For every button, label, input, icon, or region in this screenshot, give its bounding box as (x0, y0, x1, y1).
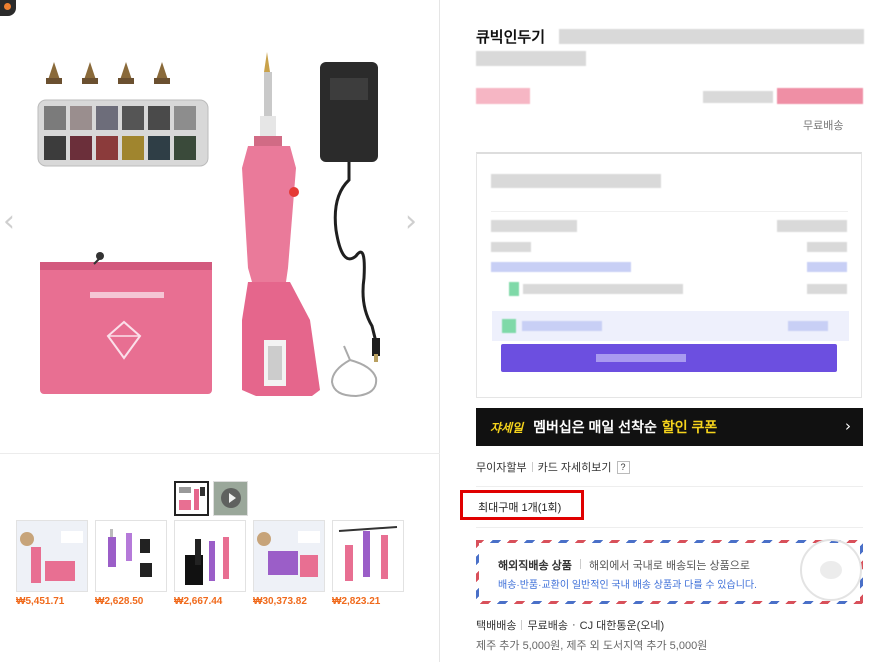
nozzle-tips (46, 62, 170, 84)
related-product-price: ₩2,667.44 (174, 596, 223, 607)
membership-banner[interactable]: 쟈세일 멤버십은 매일 선착순 할인 쿠폰 › (476, 408, 863, 446)
gallery-thumbnails (174, 481, 248, 516)
blurred-text (523, 284, 683, 294)
product-gallery: ‹ › ₩5,451.71 ₩2,628.50 ₩2,667.44 ₩30,37… (0, 0, 440, 662)
blurred-text (491, 262, 631, 272)
delivery-label: 택배배송 (476, 620, 517, 632)
product-title: 큐빅인두기 (476, 29, 546, 46)
airmail-stamp-icon (800, 539, 862, 601)
related-product-price: ₩5,451.71 (16, 596, 65, 607)
installment-link[interactable]: 무이자할부 (476, 459, 527, 475)
divider (579, 559, 581, 569)
chevron-right-icon: › (845, 417, 851, 435)
related-product-item[interactable]: ₩2,667.44 (174, 520, 246, 607)
separator-dot: · (571, 619, 576, 631)
app-logo-icon (0, 0, 16, 16)
max-purchase-notice: 최대구매 1개(1회) (460, 490, 584, 520)
payment-links: 무이자할부 카드 자세히보기 ? (476, 459, 630, 475)
divider (521, 620, 523, 630)
delivery-carrier: CJ 대한통운(오네) (579, 620, 665, 632)
divider (531, 462, 533, 472)
related-product-image[interactable] (332, 520, 404, 592)
overseas-subtext: 배송·반품·교환이 일반적인 국내 배송 상품과 다를 수 있습니다. (498, 580, 757, 591)
hotfix-tool (264, 52, 270, 72)
delivery-info: 택배배송 무료배송 · CJ 대한통운(오네) (476, 617, 664, 633)
blurred-text (491, 174, 661, 188)
blurred-icon (509, 282, 519, 296)
thumbnail-video[interactable] (213, 481, 248, 516)
related-product-item[interactable]: ₩2,823.21 (332, 520, 404, 607)
related-product-price: ₩30,373.82 (253, 596, 307, 607)
blurred-sale-price (777, 88, 863, 104)
blurred-original-price (703, 91, 773, 103)
blurred-text (807, 284, 847, 294)
wire-stand (330, 345, 378, 398)
related-product-item[interactable]: ₩2,628.50 (95, 520, 167, 607)
overseas-shipping-notice: 해외직배송 상품 해외에서 국내로 배송되는 상품으로 배송·반품·교환이 일반… (476, 539, 863, 604)
banner-highlight: 할인 쿠폰 (661, 419, 718, 435)
divider (476, 527, 863, 528)
blurred-text (491, 220, 577, 232)
blurred-text (522, 321, 602, 331)
overseas-desc: 해외에서 국내로 배송되는 상품으로 (589, 560, 750, 572)
related-product-item[interactable]: ₩30,373.82 (253, 520, 325, 607)
related-products: ₩5,451.71 ₩2,628.50 ₩2,667.44 ₩30,373.82… (16, 520, 404, 607)
blurred-text (491, 242, 531, 252)
divider (0, 453, 440, 454)
coupon-strip (492, 311, 849, 341)
blurred-icon (502, 319, 516, 333)
pink-pouch (40, 262, 212, 394)
related-product-item[interactable]: ₩5,451.71 (16, 520, 88, 607)
blurred-text (807, 242, 847, 252)
blurred-title-text (476, 51, 586, 66)
card-detail-link[interactable]: 카드 자세히보기 (538, 459, 612, 475)
blurred-text (788, 321, 828, 331)
gallery-prev-arrow[interactable]: ‹ (0, 205, 18, 239)
blurred-title-text (559, 29, 864, 44)
overseas-title-line: 해외직배송 상품 해외에서 국내로 배송되는 상품으로 (498, 557, 750, 573)
gallery-next-arrow[interactable]: › (402, 205, 420, 239)
help-icon[interactable]: ? (616, 460, 630, 474)
play-icon (221, 488, 241, 508)
related-product-price: ₩2,628.50 (95, 596, 144, 607)
product-info: 큐빅인두기 무료배송 쟈세일 멤버십은 매일 선착순 할인 쿠폰 › 무이자할부… (441, 0, 888, 662)
coupon-download-button[interactable] (501, 344, 837, 372)
main-product-image[interactable] (20, 20, 420, 440)
related-product-image[interactable] (253, 520, 325, 592)
blurred-discount-rate (476, 88, 530, 104)
benefit-box (476, 152, 862, 398)
overseas-title: 해외직배송 상품 (498, 560, 572, 572)
related-product-image[interactable] (95, 520, 167, 592)
blurred-text (807, 262, 847, 272)
banner-logo: 쟈세일 (490, 420, 524, 435)
free-shipping-label: 무료배송 (803, 119, 844, 132)
related-product-price: ₩2,823.21 (332, 596, 381, 607)
related-product-image[interactable] (16, 520, 88, 592)
blurred-text (777, 220, 847, 232)
delivery-free: 무료배송 (527, 620, 568, 632)
banner-text: 멤버십은 매일 선착순 (533, 419, 657, 435)
divider (491, 211, 848, 212)
divider (476, 486, 863, 487)
extra-shipping-fee: 제주 추가 5,000원, 제주 외 도서지역 추가 5,000원 (476, 640, 708, 652)
thumbnail-image[interactable] (174, 481, 209, 516)
power-adapter (320, 62, 378, 162)
related-product-image[interactable] (174, 520, 246, 592)
